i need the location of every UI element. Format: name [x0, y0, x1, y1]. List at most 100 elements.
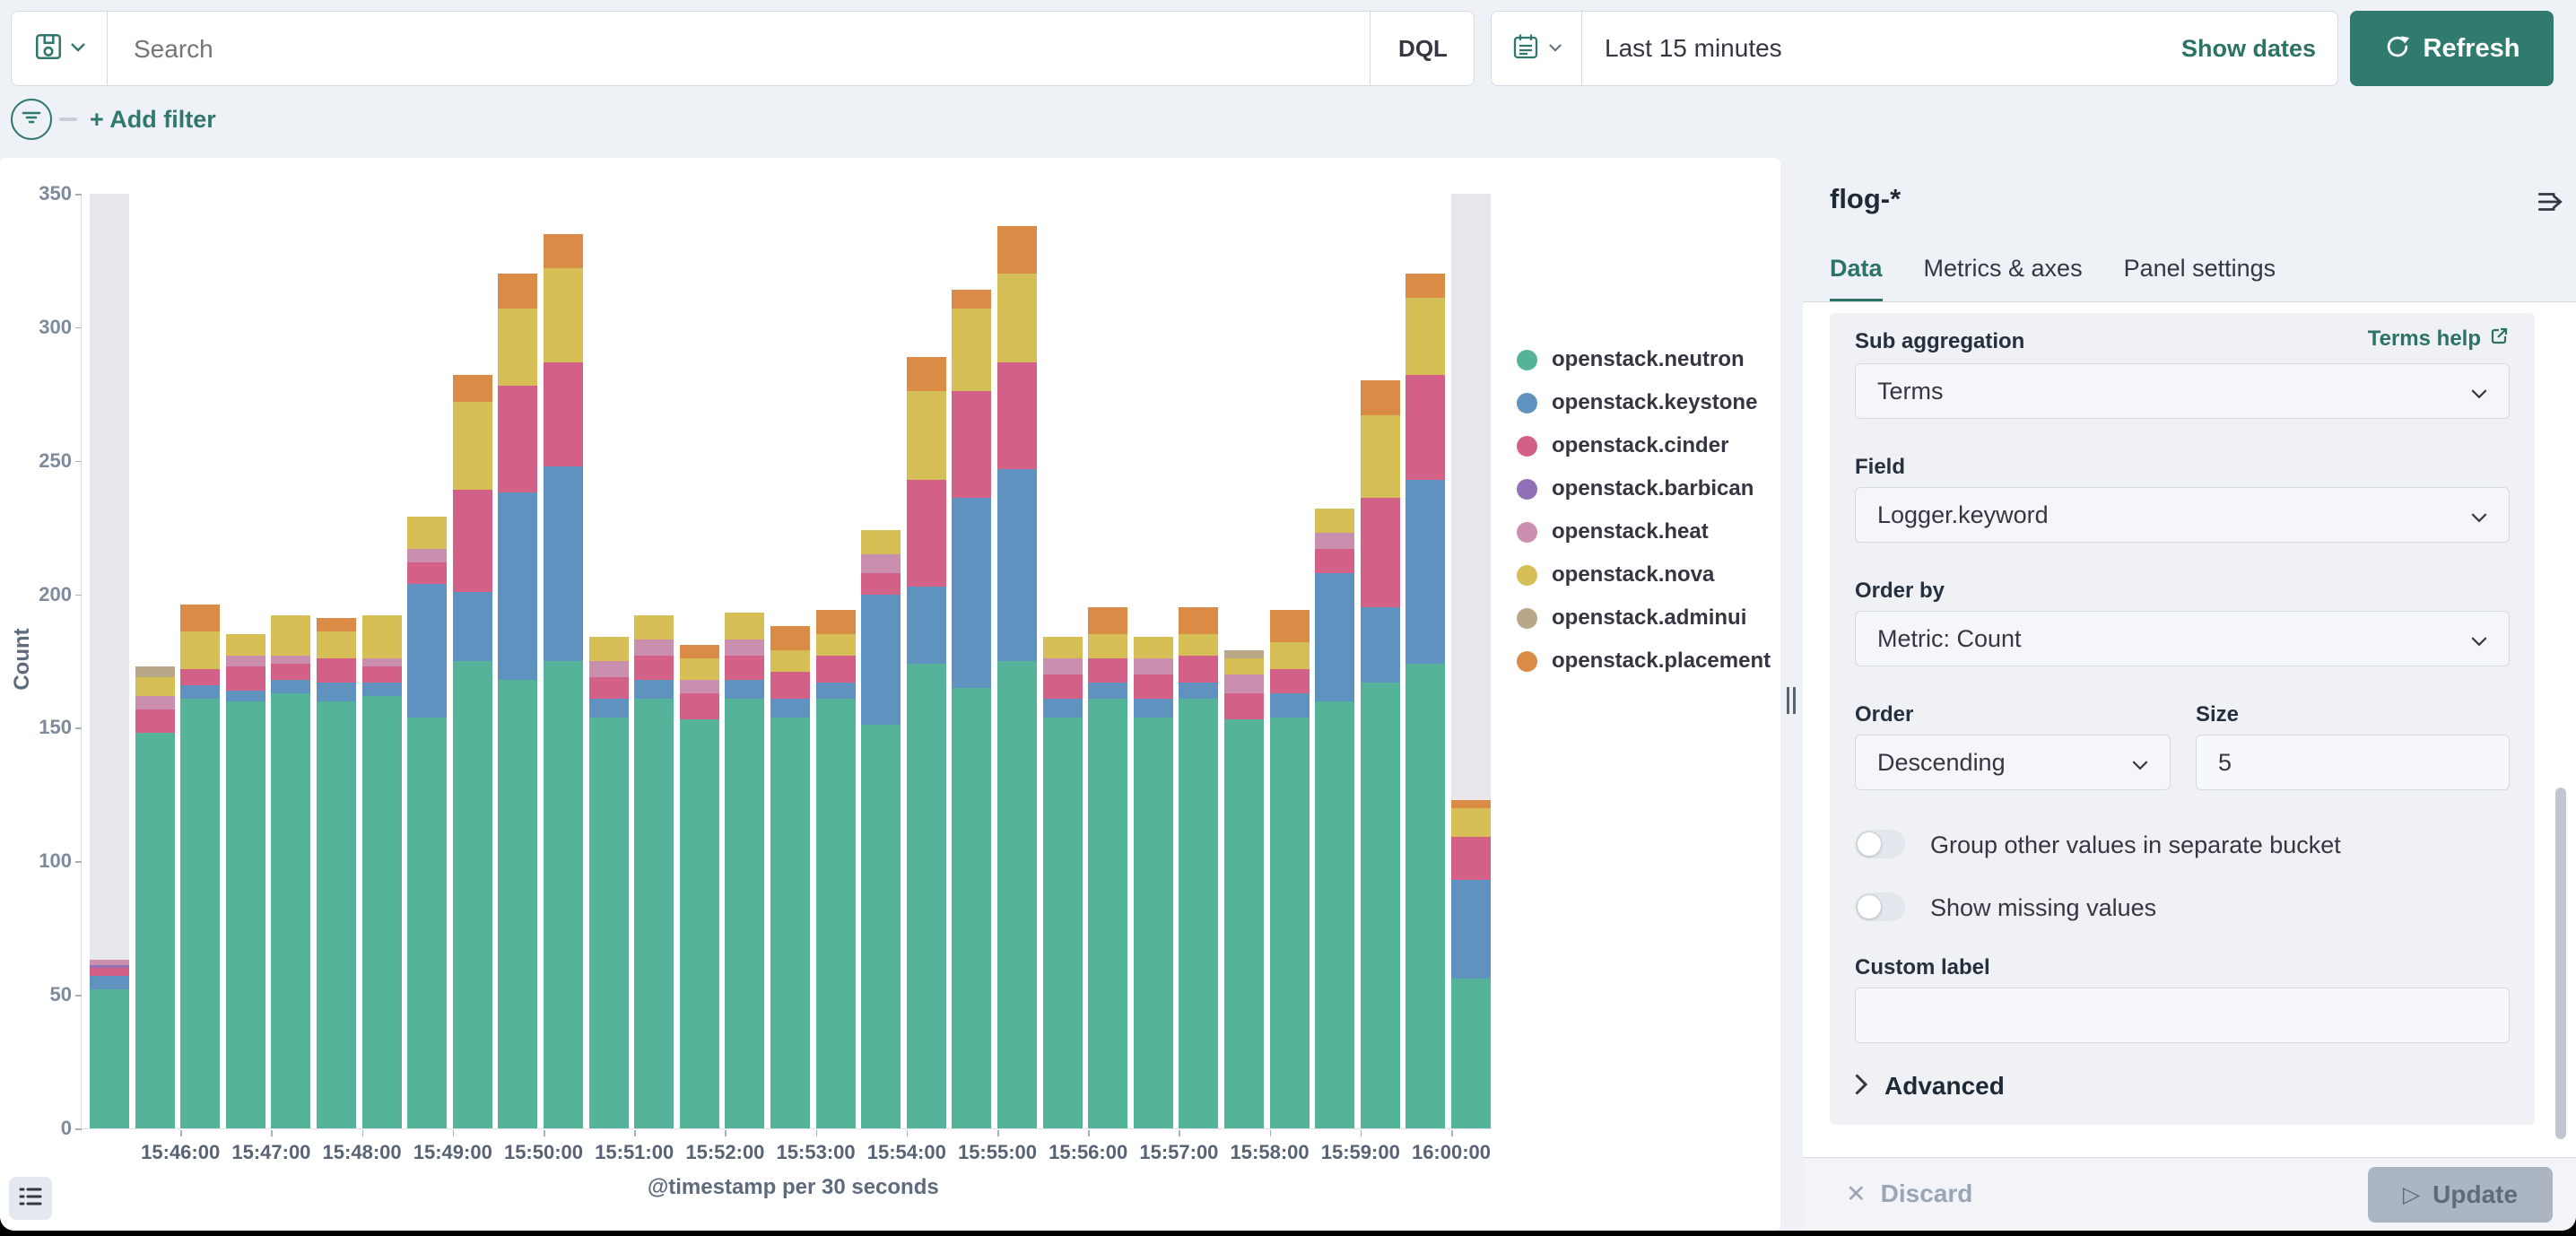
legend-item[interactable]: openstack.heat: [1517, 518, 1709, 545]
bar-segment[interactable]: [952, 498, 991, 687]
bar-segment[interactable]: [498, 386, 537, 492]
bar-segment[interactable]: [907, 587, 946, 664]
bar-segment[interactable]: [453, 490, 492, 591]
bar-segment[interactable]: [1361, 607, 1400, 682]
bar-segment[interactable]: [1405, 480, 1445, 664]
bar-segment[interactable]: [1451, 808, 1491, 838]
bar-segment[interactable]: [180, 631, 220, 669]
legend-item[interactable]: openstack.neutron: [1517, 346, 1745, 373]
bar-segment[interactable]: [498, 680, 537, 1128]
legend-toggle-button[interactable]: [9, 1177, 52, 1220]
bar-segment[interactable]: [1043, 718, 1083, 1128]
bar-segment[interactable]: [1088, 658, 1127, 683]
dql-language-button[interactable]: DQL: [1370, 12, 1475, 85]
advanced-accordion[interactable]: Advanced: [1855, 1072, 2005, 1101]
bar-segment[interactable]: [770, 672, 810, 699]
show-missing-values-toggle[interactable]: [1855, 892, 1905, 921]
bar-segment[interactable]: [1451, 837, 1491, 880]
bar-segment[interactable]: [816, 656, 856, 683]
bar-segment[interactable]: [271, 664, 310, 680]
field-select[interactable]: Logger.keyword: [1855, 487, 2510, 543]
bar-segment[interactable]: [1088, 683, 1127, 699]
bar-segment[interactable]: [770, 650, 810, 672]
bar-segment[interactable]: [997, 274, 1037, 361]
tab-metrics-axes[interactable]: Metrics & axes: [1924, 255, 2083, 302]
bar-segment[interactable]: [180, 605, 220, 631]
bar-segment[interactable]: [680, 693, 719, 720]
bar-segment[interactable]: [1315, 533, 1354, 549]
bar-segment[interactable]: [498, 274, 537, 309]
refresh-button[interactable]: Refresh: [2350, 11, 2554, 86]
bar-segment[interactable]: [634, 615, 674, 640]
bar-segment[interactable]: [1361, 415, 1400, 498]
discard-button[interactable]: ✕ Discard: [1846, 1158, 1972, 1230]
bar-segment[interactable]: [544, 661, 583, 1128]
bar-segment[interactable]: [1224, 675, 1264, 693]
bar-segment[interactable]: [1179, 656, 1218, 683]
bar-segment[interactable]: [1270, 642, 1310, 669]
bar-segment[interactable]: [180, 669, 220, 685]
bar-segment[interactable]: [861, 554, 901, 573]
bar-segment[interactable]: [1451, 800, 1491, 808]
bar-segment[interactable]: [1179, 607, 1218, 634]
bar-segment[interactable]: [680, 645, 719, 658]
bar-segment[interactable]: [589, 699, 629, 718]
bar-segment[interactable]: [1315, 701, 1354, 1128]
bar-segment[interactable]: [680, 658, 719, 680]
bar-segment[interactable]: [1224, 658, 1264, 675]
tab-panel-settings[interactable]: Panel settings: [2124, 255, 2276, 302]
bar-segment[interactable]: [1270, 669, 1310, 693]
bar-segment[interactable]: [861, 595, 901, 726]
bar-segment[interactable]: [1270, 718, 1310, 1128]
bar-segment[interactable]: [135, 696, 175, 709]
bar-segment[interactable]: [1405, 298, 1445, 375]
bar-segment[interactable]: [498, 309, 537, 386]
bar-segment[interactable]: [816, 699, 856, 1128]
bar-segment[interactable]: [407, 562, 447, 584]
bar-segment[interactable]: [1451, 880, 1491, 979]
bar-segment[interactable]: [1134, 699, 1173, 718]
bar-segment[interactable]: [1224, 719, 1264, 1128]
bar-segment[interactable]: [1315, 549, 1354, 573]
bar-segment[interactable]: [544, 362, 583, 466]
show-dates-button[interactable]: Show dates: [2181, 12, 2316, 85]
panel-scrollbar[interactable]: [2555, 788, 2566, 1139]
bar-segment[interactable]: [770, 718, 810, 1128]
bar-segment[interactable]: [725, 699, 764, 1128]
bar-segment[interactable]: [907, 664, 946, 1128]
bar-segment[interactable]: [770, 699, 810, 718]
legend-item[interactable]: openstack.keystone: [1517, 389, 1757, 416]
bar-segment[interactable]: [725, 680, 764, 699]
bar-segment[interactable]: [907, 480, 946, 587]
bar-segment[interactable]: [226, 634, 265, 656]
bar-segment[interactable]: [1270, 693, 1310, 718]
bar-segment[interactable]: [589, 637, 629, 661]
legend-item[interactable]: openstack.barbican: [1517, 475, 1754, 502]
bar-segment[interactable]: [90, 965, 129, 968]
bar-segment[interactable]: [135, 677, 175, 696]
bar-segment[interactable]: [453, 661, 492, 1128]
bar-segment[interactable]: [90, 960, 129, 965]
bar-segment[interactable]: [453, 375, 492, 402]
collapse-panel-icon[interactable]: [2535, 187, 2565, 222]
order-by-select[interactable]: Metric: Count: [1855, 611, 2510, 666]
bar-segment[interactable]: [317, 701, 356, 1128]
bar-segment[interactable]: [861, 725, 901, 1128]
bar-segment[interactable]: [317, 618, 356, 631]
time-range-value[interactable]: Last 15 minutes: [1605, 12, 1782, 85]
legend-item[interactable]: openstack.adminui: [1517, 605, 1746, 631]
bar-segment[interactable]: [271, 680, 310, 693]
bar-segment[interactable]: [952, 309, 991, 391]
update-button[interactable]: ▷ Update: [2368, 1167, 2553, 1223]
bar-segment[interactable]: [226, 691, 265, 701]
bar-segment[interactable]: [453, 592, 492, 661]
bar-segment[interactable]: [1451, 979, 1491, 1128]
bar-segment[interactable]: [407, 549, 447, 562]
saved-query-menu-button[interactable]: [12, 12, 108, 85]
panel-resizer[interactable]: [1781, 158, 1801, 1231]
bar-segment[interactable]: [634, 680, 674, 699]
custom-label-input[interactable]: [1855, 988, 2510, 1043]
bar-segment[interactable]: [861, 530, 901, 554]
bar-segment[interactable]: [180, 685, 220, 699]
bar-segment[interactable]: [997, 226, 1037, 274]
